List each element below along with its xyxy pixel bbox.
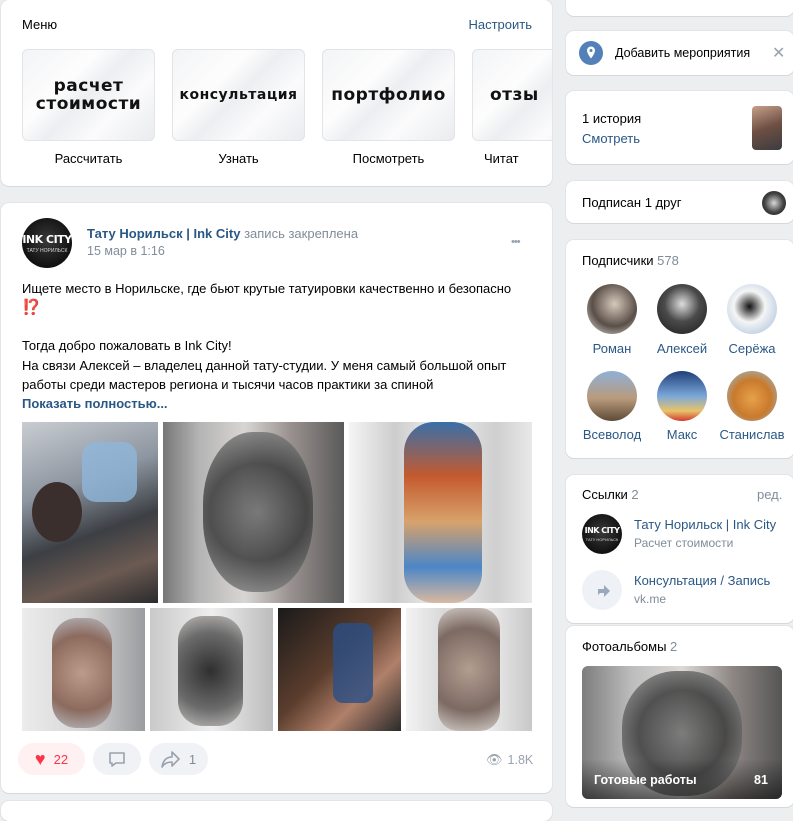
post-photo[interactable] (163, 422, 344, 603)
album-count: 81 (754, 773, 768, 787)
post-photo[interactable] (22, 608, 145, 731)
album-cover[interactable]: Готовые работы 81 (582, 666, 782, 799)
subscriber-name[interactable]: Макс (647, 427, 717, 442)
albums-count: 2 (670, 639, 678, 654)
subscriber-avatar[interactable] (587, 371, 637, 421)
friend-avatar (762, 191, 786, 215)
next-post-card (1, 801, 552, 821)
links-edit-link[interactable]: ред. (757, 487, 782, 502)
add-event-card[interactable]: Добавить мероприятия ✕ (566, 31, 793, 75)
subscribers-title: Подписчики (582, 253, 654, 268)
add-event-label: Добавить мероприятия (615, 46, 751, 60)
subscriber-name[interactable]: Алексей (647, 341, 717, 356)
avatar-logo-text: INK CITY (22, 232, 72, 246)
post-text-line: работы среди мастеров региона и тысячи ч… (22, 377, 434, 392)
location-pin-icon (579, 41, 603, 65)
eye-icon: 👁 (486, 752, 503, 767)
subscriber-name[interactable]: Всеволод (577, 427, 647, 442)
stories-watch-link[interactable]: Смотреть (582, 131, 640, 146)
comment-icon (109, 752, 125, 767)
post-photo[interactable] (150, 608, 273, 731)
albums-title: Фотоальбомы (582, 639, 667, 654)
post-photo[interactable] (406, 608, 532, 731)
post-author-avatar[interactable]: INK CITY ТАТУ НОРИЛЬСК (22, 218, 72, 268)
menu-tile-title: расчет стоимости (35, 76, 142, 114)
like-count: 22 (53, 751, 69, 767)
menu-tile-title: отзы (490, 85, 539, 105)
post-more-button[interactable]: ••• (511, 236, 521, 248)
avatar-logo-text: INK CITY (584, 526, 620, 535)
post-emoji: ⁉️ (22, 299, 41, 316)
links-title: Ссылки (582, 487, 628, 502)
share-button[interactable]: 1 (149, 743, 208, 775)
share-icon (161, 751, 180, 768)
show-more-link[interactable]: Показать полностью... (22, 396, 168, 411)
menu-tile-consult[interactable]: консультация (172, 49, 305, 141)
repost-count: 1 (188, 751, 197, 767)
menu-card: Меню Настроить расчет стоимости Рассчита… (1, 0, 552, 186)
share-arrow-icon (598, 585, 610, 597)
menu-caption[interactable]: Узнать (172, 151, 305, 166)
menu-caption[interactable]: Рассчитать (22, 151, 155, 166)
post-text-line: Тогда добро пожаловать в Ink City! (22, 338, 232, 353)
subscriber-name[interactable]: Станислав (712, 427, 792, 442)
post-photo[interactable] (278, 608, 401, 731)
subscriber-avatar[interactable] (727, 284, 777, 334)
post-author-name[interactable]: Тату Норильск | Ink City (87, 226, 240, 241)
menu-tile-price[interactable]: расчет стоимости (22, 49, 155, 141)
album-name: Готовые работы (594, 773, 697, 787)
subscriber-name[interactable]: Роман (577, 341, 647, 356)
menu-caption[interactable]: Читат (484, 151, 552, 166)
stories-card: 1 история Смотреть (566, 91, 793, 164)
comment-button[interactable] (93, 743, 141, 775)
post-date[interactable]: 15 мар в 1:16 (87, 244, 165, 258)
link-title[interactable]: Тату Норильск | Ink City (634, 517, 776, 532)
like-button[interactable]: ♥ 22 (18, 743, 85, 775)
views-count: 1.8K (507, 753, 534, 767)
subscriber-avatar[interactable] (587, 284, 637, 334)
post-photo[interactable] (349, 422, 532, 603)
stories-count: 1 история (582, 111, 642, 126)
link-subtitle: Расчет стоимости (634, 536, 734, 550)
subscribers-count: 578 (657, 253, 679, 268)
subscriber-avatar[interactable] (657, 371, 707, 421)
post-pinned-label: запись закреплена (244, 226, 359, 241)
friends-card[interactable]: Подписан 1 друг (566, 181, 793, 223)
subscriber-avatar[interactable] (727, 371, 777, 421)
avatar-sub-text: ТАТУ НОРИЛЬСК (585, 537, 619, 542)
menu-tile-reviews[interactable]: отзы (472, 49, 552, 141)
link-title[interactable]: Консультация / Запись (634, 573, 770, 588)
links-count: 2 (631, 487, 639, 502)
subscriber-name[interactable]: Серёжа (717, 341, 787, 356)
link-avatar[interactable]: INK CITY ТАТУ НОРИЛЬСК (582, 514, 622, 554)
link-avatar[interactable] (582, 570, 622, 610)
avatar-sub-text: ТАТУ НОРИЛЬСК (26, 247, 68, 254)
menu-caption[interactable]: Посмотреть (322, 151, 455, 166)
post-text-line: Ищете место в Норильске, где бьют крутые… (22, 281, 512, 296)
story-thumbnail[interactable] (752, 106, 782, 150)
subscriber-avatar[interactable] (657, 284, 707, 334)
sidebar-top-card (566, 0, 793, 16)
post-text-line: На связи Алексей – владелец данной тату-… (22, 358, 507, 373)
friend-subscribed-label: Подписан 1 друг (582, 195, 682, 210)
link-subtitle: vk.me (634, 592, 667, 606)
post-photo[interactable] (22, 422, 158, 603)
heart-icon: ♥ (34, 748, 46, 769)
menu-tile-title: портфолио (331, 85, 446, 105)
close-icon[interactable]: ✕ (772, 43, 785, 63)
menu-tile-title: консультация (179, 87, 298, 103)
menu-tile-portfolio[interactable]: портфолио (322, 49, 455, 141)
